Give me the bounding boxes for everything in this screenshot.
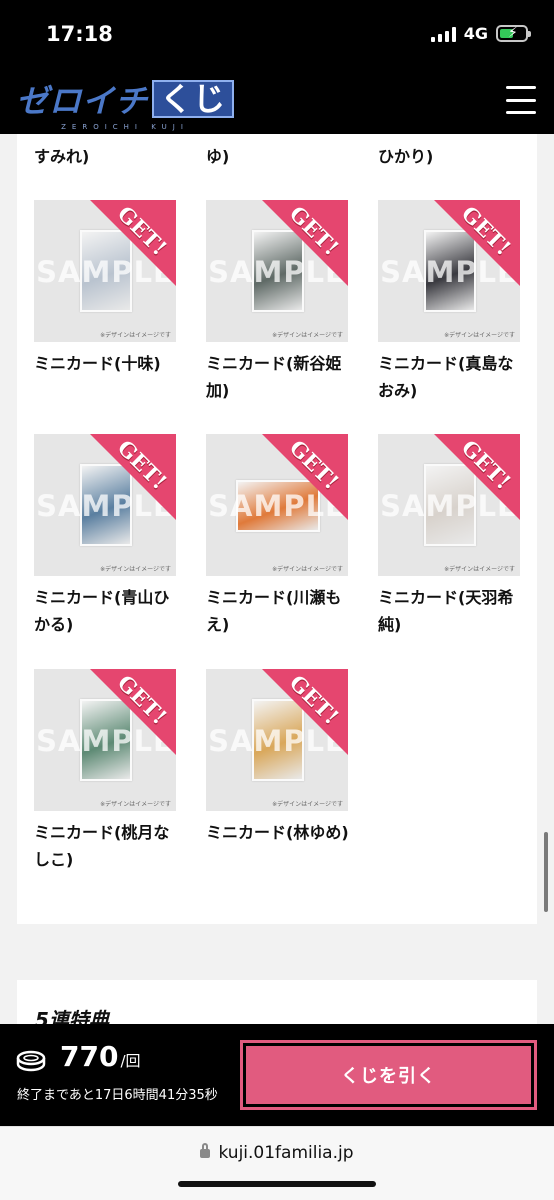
site-logo[interactable]: ゼロイチ くじ ZEROICHI KUJI bbox=[16, 76, 235, 131]
image-note: ※デザインはイメージです bbox=[100, 332, 171, 339]
card-caption: ミニカード(川瀬もえ) bbox=[206, 588, 342, 634]
card-caption: ゆ) bbox=[206, 147, 230, 166]
prize-card[interactable]: SAMPLE GET! ※デザインはイメージですミニカード(林ゆめ) bbox=[206, 669, 356, 846]
card-caption: ミニカード(天羽希純) bbox=[378, 588, 514, 634]
home-indicator[interactable] bbox=[178, 1181, 376, 1187]
time-remaining: 終了まであと17日6時間41分35秒 bbox=[17, 1088, 218, 1103]
status-indicators: 4G ⚡ bbox=[430, 24, 531, 43]
image-note: ※デザインはイメージです bbox=[272, 332, 343, 339]
price-unit: /回 bbox=[120, 1052, 141, 1070]
prize-card[interactable]: SAMPLE GET! ※デザインはイメージですミニカード(青山ひかる) bbox=[34, 434, 184, 638]
browser-url-bar[interactable]: kuji.01familia.jp bbox=[0, 1126, 554, 1200]
lock-icon bbox=[200, 1142, 211, 1158]
price-value: 770 bbox=[60, 1040, 119, 1073]
purchase-bar: 770/回 終了まであと17日6時間41分35秒 くじを引く bbox=[0, 1024, 554, 1126]
card-thumbnail: SAMPLE GET! ※デザインはイメージです bbox=[206, 669, 348, 811]
draw-kuji-button[interactable]: くじを引く bbox=[240, 1040, 537, 1110]
card-thumbnail: SAMPLE GET! ※デザインはイメージです bbox=[34, 434, 176, 576]
battery-icon: ⚡ bbox=[496, 25, 531, 42]
prize-list: すみれ) ゆ) ひかり) SAMPLE GET! ※デザインはイメージです ミニカード… bbox=[17, 134, 537, 924]
card-caption: ひかり) bbox=[378, 147, 434, 166]
card-thumbnail: SAMPLE GET! ※デザインはイメージです bbox=[378, 200, 520, 342]
page-scrollbar[interactable] bbox=[544, 832, 548, 912]
logo-subtitle: ZEROICHI KUJI bbox=[61, 123, 189, 131]
card-thumbnail: SAMPLE GET! ※デザインはイメージです bbox=[378, 434, 520, 576]
card-caption: ミニカード(新谷姫加) bbox=[206, 354, 342, 400]
prize-card[interactable]: SAMPLE GET! ※デザインはイメージですミニカード(桃月なしこ) bbox=[34, 669, 184, 873]
card-thumbnail: SAMPLE GET! ※デザインはイメージです bbox=[206, 200, 348, 342]
card-caption: ミニカード(青山ひかる) bbox=[34, 588, 170, 634]
prize-card[interactable]: SAMPLE GET! ※デザインはイメージですミニカード(新谷姫加) bbox=[206, 200, 356, 404]
status-bar: 17:18 4G ⚡ bbox=[0, 0, 554, 68]
image-note: ※デザインはイメージです bbox=[100, 801, 171, 808]
draw-button-label: くじを引く bbox=[246, 1046, 531, 1104]
card-thumbnail: SAMPLE GET! ※デザインはイメージです bbox=[34, 200, 176, 342]
site-header: ゼロイチ くじ ZEROICHI KUJI bbox=[0, 68, 554, 134]
logo-text: ゼロイチ bbox=[16, 82, 149, 120]
image-note: ※デザインはイメージです bbox=[272, 801, 343, 808]
card-thumbnail: SAMPLE GET! ※デザインはイメージです bbox=[34, 669, 176, 811]
prize-card[interactable]: SAMPLE GET! ※デザインはイメージですミニカード(十味) bbox=[34, 200, 184, 377]
url-display[interactable]: kuji.01familia.jp bbox=[0, 1142, 554, 1163]
status-time: 17:18 bbox=[46, 22, 113, 46]
prize-card[interactable]: SAMPLE GET! ※デザインはイメージですミニカード(真島なおみ) bbox=[378, 200, 528, 404]
prize-card[interactable]: SAMPLE GET! ※デザインはイメージですミニカード(川瀬もえ) bbox=[206, 434, 356, 638]
card-caption: ミニカード(十味) bbox=[34, 354, 161, 373]
image-note: ※デザインはイメージです bbox=[444, 332, 515, 339]
image-note: ※デザインはイメージです bbox=[272, 566, 343, 573]
card-thumbnail: SAMPLE GET! ※デザインはイメージです bbox=[206, 434, 348, 576]
coin-icon bbox=[16, 1050, 46, 1072]
network-label: 4G bbox=[463, 24, 488, 43]
card-caption: ミニカード(真島なおみ) bbox=[378, 354, 514, 400]
prize-card[interactable]: SAMPLE GET! ※デザインはイメージですミニカード(天羽希純) bbox=[378, 434, 528, 638]
card-caption: ミニカード(林ゆめ) bbox=[206, 823, 349, 842]
menu-icon[interactable] bbox=[506, 86, 536, 114]
card-caption: すみれ) bbox=[34, 147, 90, 166]
logo-kuji: くじ bbox=[152, 80, 235, 118]
price: 770/回 bbox=[60, 1040, 141, 1073]
image-note: ※デザインはイメージです bbox=[100, 566, 171, 573]
signal-icon bbox=[430, 26, 456, 42]
card-caption: ミニカード(桃月なしこ) bbox=[34, 823, 170, 869]
image-note: ※デザインはイメージです bbox=[444, 566, 515, 573]
url-text: kuji.01familia.jp bbox=[218, 1143, 354, 1163]
